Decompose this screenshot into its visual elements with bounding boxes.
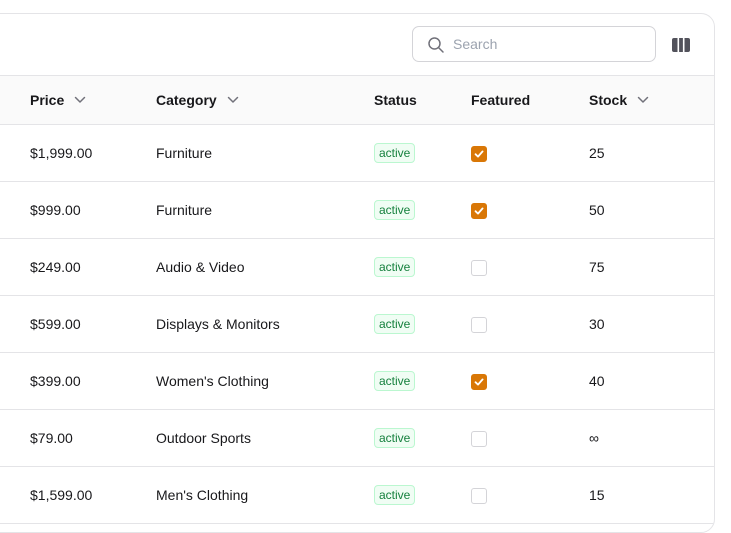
cell-stock: 75 xyxy=(589,259,605,275)
cell-stock: 40 xyxy=(589,373,605,389)
featured-checkbox[interactable] xyxy=(471,203,487,219)
checkmark-icon xyxy=(474,150,484,158)
table-row[interactable]: $1,599.00 Men's Clothing active 15 xyxy=(0,467,714,524)
featured-checkbox[interactable] xyxy=(471,260,487,276)
table-row[interactable]: $999.00 Furniture active 50 xyxy=(0,182,714,239)
column-header-label: Stock xyxy=(589,92,628,108)
featured-checkbox[interactable] xyxy=(471,317,487,333)
cell-price: $599.00 xyxy=(30,316,81,332)
columns-icon xyxy=(672,38,690,52)
status-badge: active xyxy=(374,371,416,392)
featured-checkbox[interactable] xyxy=(471,488,487,504)
table-row[interactable]: $1,999.00 Furniture active 25 xyxy=(0,125,714,182)
search-input[interactable] xyxy=(453,33,643,55)
status-badge: active xyxy=(374,143,416,164)
status-badge: active xyxy=(374,485,416,506)
cell-price: $79.00 xyxy=(30,430,73,446)
table-toolbar xyxy=(0,14,714,75)
chevron-down-icon xyxy=(637,97,649,104)
status-badge: active xyxy=(374,200,416,221)
cell-category: Audio & Video xyxy=(156,259,245,275)
featured-checkbox[interactable] xyxy=(471,146,487,162)
table-header: Price Category Status Featured Stock xyxy=(0,75,714,125)
search-icon xyxy=(428,37,444,53)
table-row[interactable]: $79.00 Outdoor Sports active ∞ xyxy=(0,410,714,467)
chevron-down-icon xyxy=(227,97,238,104)
featured-checkbox[interactable] xyxy=(471,431,487,447)
cell-price: $999.00 xyxy=(30,202,81,218)
column-header-stock[interactable]: Stock xyxy=(589,76,649,124)
checkmark-icon xyxy=(474,207,484,215)
chevron-down-icon xyxy=(74,97,86,104)
cell-category: Women's Clothing xyxy=(156,373,269,389)
column-header-price[interactable]: Price xyxy=(30,76,86,124)
table-card: Price Category Status Featured Stock $1,… xyxy=(0,13,715,533)
table-row[interactable]: $249.00 Audio & Video active 75 xyxy=(0,239,714,296)
column-header-category[interactable]: Category xyxy=(156,76,239,124)
columns-toggle-button[interactable] xyxy=(671,37,691,53)
cell-category: Men's Clothing xyxy=(156,487,249,503)
checkmark-icon xyxy=(474,378,484,386)
column-header-label: Status xyxy=(374,92,417,108)
status-badge: active xyxy=(374,257,416,278)
cell-stock: ∞ xyxy=(589,430,599,446)
status-badge: active xyxy=(374,314,416,335)
cell-price: $249.00 xyxy=(30,259,81,275)
cell-price: $1,599.00 xyxy=(30,487,93,503)
status-badge: active xyxy=(374,428,416,449)
cell-stock: 15 xyxy=(589,487,605,503)
column-header-featured: Featured xyxy=(471,76,530,124)
cell-category: Furniture xyxy=(156,145,213,161)
cell-category: Outdoor Sports xyxy=(156,430,251,446)
cell-stock: 30 xyxy=(589,316,605,332)
column-header-label: Category xyxy=(156,92,217,108)
column-header-label: Featured xyxy=(471,92,531,108)
cell-stock: 50 xyxy=(589,202,605,218)
cell-price: $1,999.00 xyxy=(30,145,93,161)
column-header-label: Price xyxy=(30,92,65,108)
cell-category: Displays & Monitors xyxy=(156,316,280,332)
cell-category: Furniture xyxy=(156,202,213,218)
cell-price: $399.00 xyxy=(30,373,81,389)
table-row[interactable]: $599.00 Displays & Monitors active 30 xyxy=(0,296,714,353)
column-header-status: Status xyxy=(374,76,417,124)
search-box[interactable] xyxy=(412,26,656,62)
table-row[interactable]: $399.00 Women's Clothing active 40 xyxy=(0,353,714,410)
featured-checkbox[interactable] xyxy=(471,374,487,390)
cell-stock: 25 xyxy=(589,145,605,161)
